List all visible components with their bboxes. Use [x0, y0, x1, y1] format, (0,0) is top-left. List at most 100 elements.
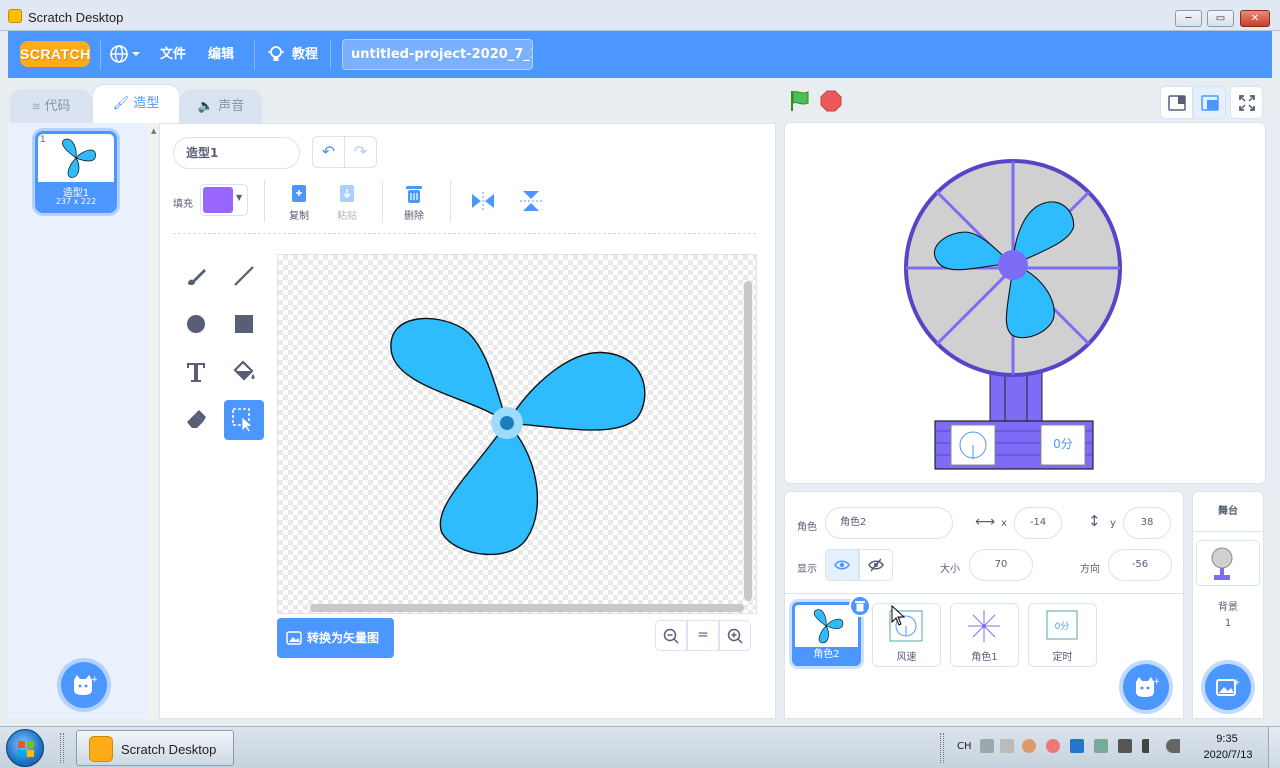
- brush-tool[interactable]: [176, 256, 216, 296]
- direction-label: 方向: [1080, 564, 1100, 575]
- window-title: Scratch Desktop: [28, 10, 124, 25]
- minimize-button[interactable]: ─: [1175, 10, 1202, 27]
- sprite-name-input[interactable]: 角色2: [825, 507, 953, 539]
- costume-item[interactable]: 1 造型1 237 x 222: [35, 131, 117, 213]
- clock-time[interactable]: 9:35: [1196, 733, 1258, 745]
- device-icon[interactable]: [1118, 739, 1132, 753]
- zoom-in-button[interactable]: [719, 620, 751, 651]
- fullscreen-button[interactable]: [1230, 86, 1263, 119]
- choose-backdrop-button[interactable]: +: [1205, 664, 1251, 710]
- svg-text:+: +: [1233, 678, 1240, 688]
- volume-icon[interactable]: [1166, 739, 1180, 753]
- choose-sprite-button[interactable]: +: [1123, 664, 1169, 710]
- ime-icon[interactable]: [1000, 739, 1014, 753]
- small-stage-button[interactable]: [1160, 86, 1193, 119]
- sprite-tile-timer[interactable]: 0分 定时: [1028, 603, 1097, 667]
- language-menu[interactable]: [110, 31, 148, 78]
- select-tool[interactable]: [224, 400, 264, 440]
- eraser-tool[interactable]: [176, 400, 216, 440]
- zoom-out-button[interactable]: [655, 620, 687, 651]
- trash-icon: [855, 601, 865, 612]
- tab-sounds[interactable]: 🔈 声音: [180, 89, 262, 124]
- sprite-tile-wind-speed[interactable]: 风速: [872, 603, 941, 667]
- delete-button[interactable]: 删除: [397, 184, 431, 222]
- menu-edit[interactable]: 编辑: [208, 31, 234, 78]
- sprite-tile-sprite1[interactable]: 角色1: [950, 603, 1019, 667]
- sprite-info-panel: 角色 角色2 ⟷ x -14 ↕ y 38 显示 大小 70 方向 -56 角色…: [784, 491, 1184, 719]
- backdrop-thumbnail[interactable]: [1196, 540, 1260, 586]
- costume-name-input[interactable]: 造型1: [173, 137, 300, 169]
- clock-date[interactable]: 2020/7/13: [1192, 749, 1264, 761]
- zoom-in-icon: [727, 628, 743, 644]
- windows-logo-icon: [18, 741, 34, 757]
- tutorials-label: 教程: [292, 47, 319, 62]
- canvas-vertical-scrollbar[interactable]: [744, 281, 752, 601]
- fan-blade-drawing: [390, 317, 646, 556]
- costume-list-scrollbar[interactable]: ▲: [148, 123, 159, 719]
- scratch-logo[interactable]: SCRATCH: [20, 41, 90, 67]
- security-shield-icon[interactable]: [1070, 739, 1084, 753]
- show-desktop-button[interactable]: [1268, 727, 1280, 768]
- tray-app-icon[interactable]: [1046, 739, 1060, 753]
- paint-bucket-icon: [233, 360, 255, 381]
- rectangle-tool[interactable]: [224, 304, 264, 344]
- brush-icon: [188, 269, 206, 286]
- show-sprite-button[interactable]: [825, 549, 859, 581]
- speaker-icon: 🔈: [197, 99, 219, 114]
- stop-button[interactable]: [820, 90, 842, 112]
- start-button[interactable]: [6, 729, 44, 767]
- flip-horizontal-button[interactable]: [470, 190, 496, 212]
- y-input[interactable]: 38: [1123, 507, 1171, 539]
- tray-app-icon[interactable]: [1094, 739, 1108, 753]
- project-title-input[interactable]: untitled-project-2020_7_1...: [342, 39, 533, 70]
- line-icon: [234, 266, 254, 286]
- copy-button[interactable]: 复制: [282, 184, 316, 222]
- maximize-button[interactable]: ▭: [1207, 10, 1234, 27]
- fill-color-picker[interactable]: ▼: [200, 184, 248, 216]
- menu-separator: [330, 39, 331, 70]
- menu-tutorials[interactable]: 教程: [266, 31, 328, 78]
- fan-blade-thumbnail: [813, 609, 844, 644]
- redo-button[interactable]: ↷: [344, 136, 377, 168]
- x-input[interactable]: -14: [1014, 507, 1062, 539]
- line-tool[interactable]: [224, 256, 264, 296]
- sprite-tile-sprite2[interactable]: 角色2: [792, 595, 871, 666]
- paint-editor: 造型1 ↶ ↷ 填充 ▼ 复制 粘贴 删除 转换为矢量图 =: [159, 123, 776, 719]
- large-stage-button[interactable]: [1193, 86, 1226, 119]
- input-language[interactable]: CH: [957, 741, 972, 752]
- globe-icon: [110, 45, 140, 63]
- delete-sprite-button[interactable]: [849, 595, 871, 617]
- size-input[interactable]: 70: [969, 549, 1033, 581]
- zoom-reset-button[interactable]: =: [687, 620, 719, 651]
- timer-display: 0分: [1053, 437, 1073, 451]
- stage-selector-panel[interactable]: 舞台 背景 1 +: [1192, 491, 1264, 719]
- menu-file[interactable]: 文件: [160, 31, 186, 78]
- tab-costumes[interactable]: 🖌 造型: [92, 84, 180, 124]
- circle-tool[interactable]: [176, 304, 216, 344]
- hide-sprite-button[interactable]: [859, 549, 893, 581]
- canvas-horizontal-scrollbar[interactable]: [310, 604, 744, 612]
- flip-vertical-button[interactable]: [518, 190, 544, 212]
- text-icon: [187, 363, 205, 382]
- stage-canvas[interactable]: 0分: [784, 122, 1266, 484]
- choose-costume-button[interactable]: +: [61, 662, 107, 708]
- spokes-thumbnail: [968, 610, 1000, 642]
- tab-code[interactable]: ≋ 代码: [10, 89, 92, 124]
- taskbar-app-scratch[interactable]: Scratch Desktop: [76, 730, 234, 766]
- direction-input[interactable]: -56: [1108, 549, 1172, 581]
- network-icon[interactable]: [1142, 739, 1156, 753]
- text-tool[interactable]: [176, 352, 216, 392]
- undo-button[interactable]: ↶: [312, 136, 345, 168]
- paint-canvas[interactable]: [277, 254, 757, 614]
- fill-tool[interactable]: [224, 352, 264, 392]
- keyboard-icon[interactable]: [980, 739, 994, 753]
- close-button[interactable]: ✕: [1240, 10, 1270, 27]
- convert-to-vector-button[interactable]: 转换为矢量图: [277, 618, 394, 658]
- y-label: y: [1110, 518, 1116, 529]
- tray-app-icon[interactable]: [1022, 739, 1036, 753]
- stage-header: [784, 84, 1272, 122]
- green-flag-button[interactable]: [788, 89, 812, 113]
- eye-icon: [834, 560, 850, 570]
- fill-label: 填充: [173, 199, 193, 210]
- paste-button[interactable]: 粘贴: [330, 184, 364, 222]
